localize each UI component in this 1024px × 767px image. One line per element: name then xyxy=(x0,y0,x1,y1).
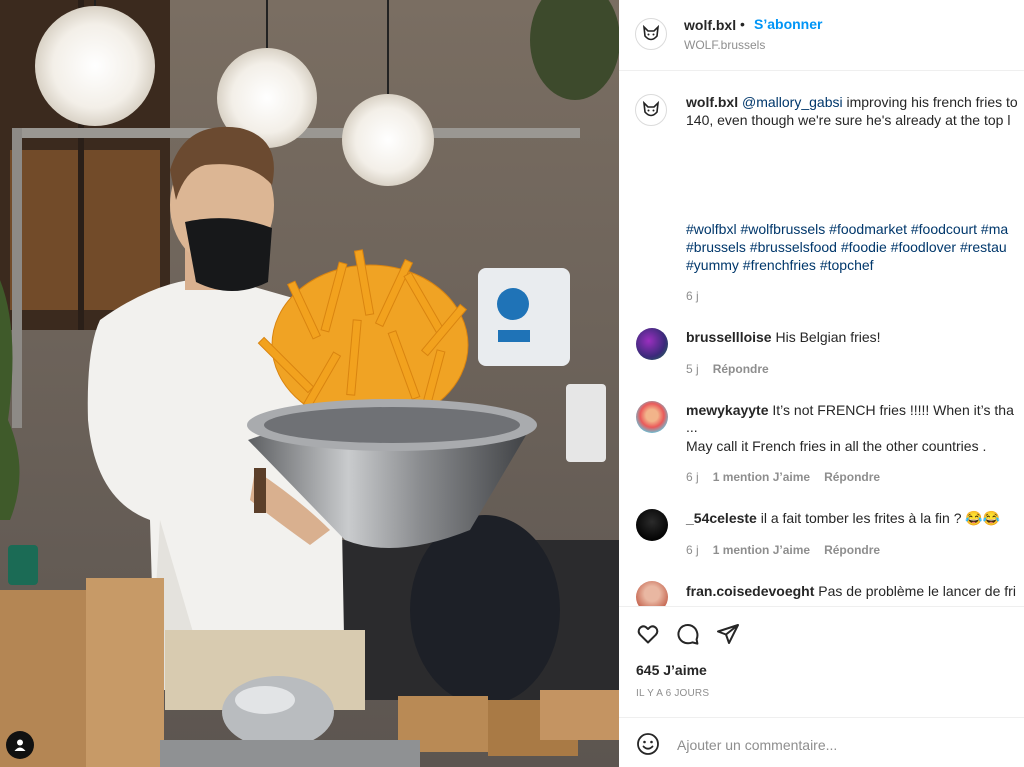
comment-1: brussellloise His Belgian fries! xyxy=(686,328,881,346)
caption-age: 6 j xyxy=(686,289,699,303)
header-location[interactable]: WOLF.brussels xyxy=(684,38,765,52)
user-tag-icon[interactable] xyxy=(6,731,34,759)
post-header: wolf.bxl • S’abonner WOLF.brussels xyxy=(619,0,1024,71)
wolf-avatar-icon[interactable] xyxy=(635,18,667,50)
comment-text: il a fait tomber les frites à la fin ? 😂… xyxy=(760,510,1001,526)
comment-age: 6 j xyxy=(686,543,699,557)
header-username[interactable]: wolf.bxl xyxy=(684,17,736,33)
comment-likes-button[interactable]: 1 mention J’aime xyxy=(713,470,810,484)
post-date: IL Y A 6 JOURS xyxy=(636,688,710,699)
comment-age: 6 j xyxy=(686,470,699,484)
comment-avatar[interactable] xyxy=(636,509,668,541)
comment-avatar[interactable] xyxy=(636,401,668,433)
reply-button[interactable]: Répondre xyxy=(713,362,769,376)
header-separator: • xyxy=(740,16,745,32)
comment-username[interactable]: mewykayyte xyxy=(686,402,769,418)
comment-icon[interactable] xyxy=(675,621,701,647)
comment-avatar[interactable] xyxy=(636,328,668,360)
comment-username[interactable]: fran.coisedevoeght xyxy=(686,583,814,599)
comment-input[interactable] xyxy=(675,729,1009,761)
caption-hashtags-2[interactable]: #brussels #brusselsfood #foodie #foodlov… xyxy=(686,238,1007,256)
comment-text: Pas de problème le lancer de fri xyxy=(818,583,1016,599)
reply-button[interactable]: Répondre xyxy=(824,543,880,557)
follow-button[interactable]: S’abonner xyxy=(754,16,822,32)
comment-text-continued: May call it French fries in all the othe… xyxy=(686,438,987,454)
emoji-icon[interactable] xyxy=(635,731,661,757)
caption-mention[interactable]: @mallory_gabsi xyxy=(742,94,843,110)
comment-age: 5 j xyxy=(686,362,699,376)
comment-3: _54celeste il a fait tomber les frites à… xyxy=(686,509,1000,527)
share-icon[interactable] xyxy=(715,621,741,647)
comment-username[interactable]: brussellloise xyxy=(686,329,772,345)
comment-meta: 6 j 1 mention J’aime Répondre xyxy=(686,470,880,484)
likes-count[interactable]: 645 J’aime xyxy=(636,662,707,678)
post-photo[interactable] xyxy=(0,0,619,767)
photo-illustration xyxy=(0,0,619,767)
caption-text-2: 140, even though we're sure he's already… xyxy=(686,112,1011,128)
comment-meta: 6 j 1 mention J’aime Répondre xyxy=(686,543,880,557)
comment-text-ellipsis: ... xyxy=(686,419,698,435)
caption-hashtags-3[interactable]: #yummy #frenchfries #topchef xyxy=(686,256,874,274)
caption-hashtags-1[interactable]: #wolfbxl #wolfbrussels #foodmarket #food… xyxy=(686,220,1008,238)
reply-button[interactable]: Répondre xyxy=(824,470,880,484)
caption-avatar-icon[interactable] xyxy=(635,94,667,126)
comment-text: It’s not FRENCH fries !!!!! When it’s th… xyxy=(772,402,1014,418)
caption-text-1: improving his french fries to xyxy=(846,94,1018,110)
comment-username[interactable]: _54celeste xyxy=(686,510,757,526)
comment-4: fran.coisedevoeght Pas de problème le la… xyxy=(686,582,1016,600)
heart-icon[interactable] xyxy=(635,621,661,647)
comment-meta: 5 j Répondre xyxy=(686,362,769,376)
comment-2: mewykayyte It’s not FRENCH fries !!!!! W… xyxy=(686,401,1014,419)
caption-line-1: wolf.bxl @mallory_gabsi improving his fr… xyxy=(686,93,1018,111)
caption-username[interactable]: wolf.bxl xyxy=(686,94,738,110)
comment-text: His Belgian fries! xyxy=(775,329,881,345)
add-comment-divider xyxy=(619,717,1024,718)
comment-likes-button[interactable]: 1 mention J’aime xyxy=(713,543,810,557)
post-side-panel: wolf.bxl • S’abonner WOLF.brussels wolf.… xyxy=(619,0,1024,767)
